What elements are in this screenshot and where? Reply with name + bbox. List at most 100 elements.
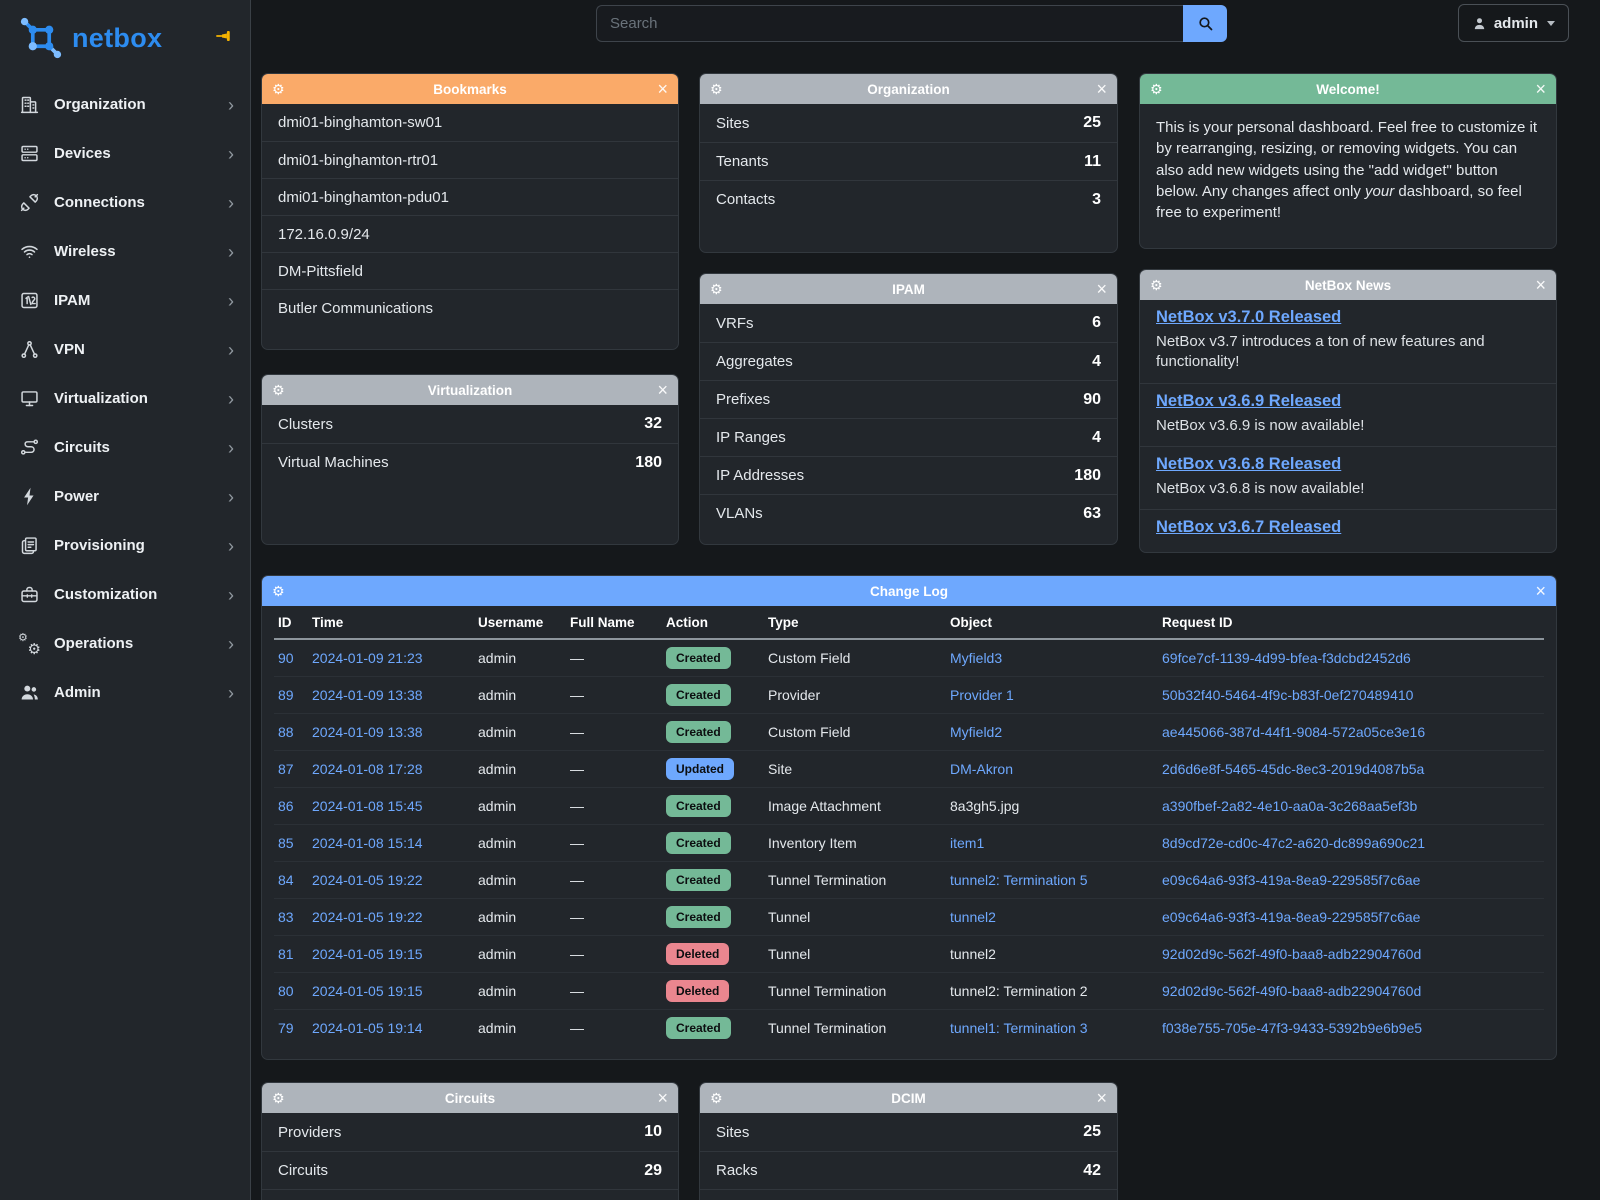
object-link[interactable]: item1 bbox=[950, 835, 984, 851]
sidebar-item-power[interactable]: Power › bbox=[0, 472, 250, 521]
change-time-link[interactable]: 2024-01-08 15:14 bbox=[312, 835, 423, 851]
change-id-link[interactable]: 86 bbox=[278, 798, 294, 814]
bookmark-item[interactable]: DM-Pittsfield bbox=[262, 252, 678, 289]
change-time-link[interactable]: 2024-01-09 21:23 bbox=[312, 650, 423, 666]
object-link[interactable]: Myfield3 bbox=[950, 650, 1002, 666]
object-link[interactable]: tunnel2: Termination 2 bbox=[950, 983, 1088, 999]
stat-row[interactable]: Sites 25 bbox=[700, 1113, 1117, 1151]
change-time-link[interactable]: 2024-01-05 19:22 bbox=[312, 872, 423, 888]
user-menu-button[interactable]: admin bbox=[1458, 4, 1569, 42]
close-icon[interactable]: × bbox=[1535, 80, 1546, 98]
gear-icon[interactable]: ⚙ bbox=[272, 584, 285, 598]
gear-icon[interactable]: ⚙ bbox=[1150, 278, 1163, 292]
change-id-link[interactable]: 80 bbox=[278, 983, 294, 999]
close-icon[interactable]: × bbox=[1096, 1089, 1107, 1107]
change-time-link[interactable]: 2024-01-05 19:15 bbox=[312, 946, 423, 962]
close-icon[interactable]: × bbox=[1535, 276, 1546, 294]
change-id-link[interactable]: 84 bbox=[278, 872, 294, 888]
gear-icon[interactable]: ⚙ bbox=[272, 1091, 285, 1105]
sidebar-item-organization[interactable]: Organization › bbox=[0, 80, 250, 129]
object-link[interactable]: tunnel2 bbox=[950, 946, 996, 962]
netbox-logo-icon[interactable] bbox=[18, 15, 64, 61]
close-icon[interactable]: × bbox=[657, 80, 668, 98]
sidebar-item-provisioning[interactable]: Provisioning › bbox=[0, 521, 250, 570]
sidebar-item-virtualization[interactable]: Virtualization › bbox=[0, 374, 250, 423]
bookmark-item[interactable]: 172.16.0.9/24 bbox=[262, 215, 678, 252]
gear-icon[interactable]: ⚙ bbox=[272, 82, 285, 96]
sidebar-item-circuits[interactable]: Circuits › bbox=[0, 423, 250, 472]
stat-row[interactable]: Providers 10 bbox=[262, 1113, 678, 1151]
request-id-link[interactable]: e09c64a6-93f3-419a-8ea9-229585f7c6ae bbox=[1162, 909, 1420, 925]
sidebar-item-admin[interactable]: Admin › bbox=[0, 668, 250, 717]
gear-icon[interactable]: ⚙ bbox=[710, 1091, 723, 1105]
gear-icon[interactable]: ⚙ bbox=[1150, 82, 1163, 96]
request-id-link[interactable]: 2d6d6e8f-5465-45dc-8ec3-2019d4087b5a bbox=[1162, 761, 1424, 777]
object-link[interactable]: 8a3gh5.jpg bbox=[950, 798, 1019, 814]
stat-row[interactable]: Virtual Machines 180 bbox=[262, 443, 678, 481]
stat-row[interactable]: Aggregates 4 bbox=[700, 342, 1117, 380]
sidebar-item-operations[interactable]: ⚙⚙ Operations › bbox=[0, 619, 250, 668]
stat-row[interactable]: Contacts 3 bbox=[700, 180, 1117, 218]
change-id-link[interactable]: 81 bbox=[278, 946, 294, 962]
request-id-link[interactable]: 92d02d9c-562f-49f0-baa8-adb22904760d bbox=[1162, 983, 1421, 999]
bookmark-item[interactable]: Butler Communications bbox=[262, 289, 678, 326]
request-id-link[interactable]: e09c64a6-93f3-419a-8ea9-229585f7c6ae bbox=[1162, 872, 1420, 888]
news-link[interactable]: NetBox v3.6.7 Released bbox=[1156, 518, 1341, 537]
stat-row[interactable]: IP Addresses 180 bbox=[700, 456, 1117, 494]
stat-row[interactable]: VRFs 6 bbox=[700, 304, 1117, 342]
sidebar-item-devices[interactable]: Devices › bbox=[0, 129, 250, 178]
object-link[interactable]: Provider 1 bbox=[950, 687, 1014, 703]
gear-icon[interactable]: ⚙ bbox=[272, 383, 285, 397]
sidebar-item-wireless[interactable]: Wireless › bbox=[0, 227, 250, 276]
change-id-link[interactable]: 88 bbox=[278, 724, 294, 740]
change-id-link[interactable]: 83 bbox=[278, 909, 294, 925]
request-id-link[interactable]: 8d9cd72e-cd0c-47c2-a620-dc899a690c21 bbox=[1162, 835, 1425, 851]
stat-row[interactable]: IP Ranges 4 bbox=[700, 418, 1117, 456]
request-id-link[interactable]: 69fce7cf-1139-4d99-bfea-f3dcbd2452d6 bbox=[1162, 650, 1411, 666]
change-time-link[interactable]: 2024-01-05 19:22 bbox=[312, 909, 423, 925]
close-icon[interactable]: × bbox=[1535, 582, 1546, 600]
change-time-link[interactable]: 2024-01-09 13:38 bbox=[312, 687, 423, 703]
close-icon[interactable]: × bbox=[657, 1089, 668, 1107]
stat-row[interactable]: Racks 42 bbox=[700, 1151, 1117, 1189]
change-time-link[interactable]: 2024-01-08 17:28 bbox=[312, 761, 423, 777]
sidebar-item-vpn[interactable]: VPN › bbox=[0, 325, 250, 374]
brand-name[interactable]: netbox bbox=[72, 23, 162, 54]
change-id-link[interactable]: 90 bbox=[278, 650, 294, 666]
request-id-link[interactable]: ae445066-387d-44f1-9084-572a05ce3e16 bbox=[1162, 724, 1425, 740]
request-id-link[interactable]: 50b32f40-5464-4f9c-b83f-0ef270489410 bbox=[1162, 687, 1413, 703]
search-input[interactable] bbox=[596, 5, 1183, 42]
stat-row[interactable]: Sites 25 bbox=[700, 104, 1117, 142]
change-id-link[interactable]: 89 bbox=[278, 687, 294, 703]
object-link[interactable]: tunnel1: Termination 3 bbox=[950, 1020, 1088, 1036]
change-time-link[interactable]: 2024-01-08 15:45 bbox=[312, 798, 423, 814]
close-icon[interactable]: × bbox=[1096, 280, 1107, 298]
request-id-link[interactable]: f038e755-705e-47f3-9433-5392b9e6b9e5 bbox=[1162, 1020, 1422, 1036]
request-id-link[interactable]: a390fbef-2a82-4e10-aa0a-3c268aa5ef3b bbox=[1162, 798, 1417, 814]
news-link[interactable]: NetBox v3.6.8 Released bbox=[1156, 455, 1341, 474]
change-id-link[interactable]: 85 bbox=[278, 835, 294, 851]
change-id-link[interactable]: 87 bbox=[278, 761, 294, 777]
sidebar-item-connections[interactable]: Connections › bbox=[0, 178, 250, 227]
sidebar-item-customization[interactable]: Customization › bbox=[0, 570, 250, 619]
stat-row[interactable]: Prefixes 90 bbox=[700, 380, 1117, 418]
object-link[interactable]: tunnel2 bbox=[950, 909, 996, 925]
search-button[interactable] bbox=[1183, 5, 1227, 42]
sidebar-item-ipam[interactable]: IPAM › bbox=[0, 276, 250, 325]
gear-icon[interactable]: ⚙ bbox=[710, 282, 723, 296]
bookmark-item[interactable]: dmi01-binghamton-rtr01 bbox=[262, 141, 678, 178]
change-id-link[interactable]: 79 bbox=[278, 1020, 294, 1036]
pin-icon[interactable] bbox=[214, 26, 234, 51]
object-link[interactable]: tunnel2: Termination 5 bbox=[950, 872, 1088, 888]
bookmark-item[interactable]: dmi01-binghamton-pdu01 bbox=[262, 178, 678, 215]
news-link[interactable]: NetBox v3.6.9 Released bbox=[1156, 392, 1341, 411]
stat-row[interactable]: VLANs 63 bbox=[700, 494, 1117, 532]
stat-row[interactable]: Circuits 29 bbox=[262, 1151, 678, 1189]
change-time-link[interactable]: 2024-01-05 19:14 bbox=[312, 1020, 423, 1036]
change-time-link[interactable]: 2024-01-09 13:38 bbox=[312, 724, 423, 740]
object-link[interactable]: DM-Akron bbox=[950, 761, 1013, 777]
close-icon[interactable]: × bbox=[1096, 80, 1107, 98]
object-link[interactable]: Myfield2 bbox=[950, 724, 1002, 740]
change-time-link[interactable]: 2024-01-05 19:15 bbox=[312, 983, 423, 999]
stat-row[interactable]: Tenants 11 bbox=[700, 142, 1117, 180]
